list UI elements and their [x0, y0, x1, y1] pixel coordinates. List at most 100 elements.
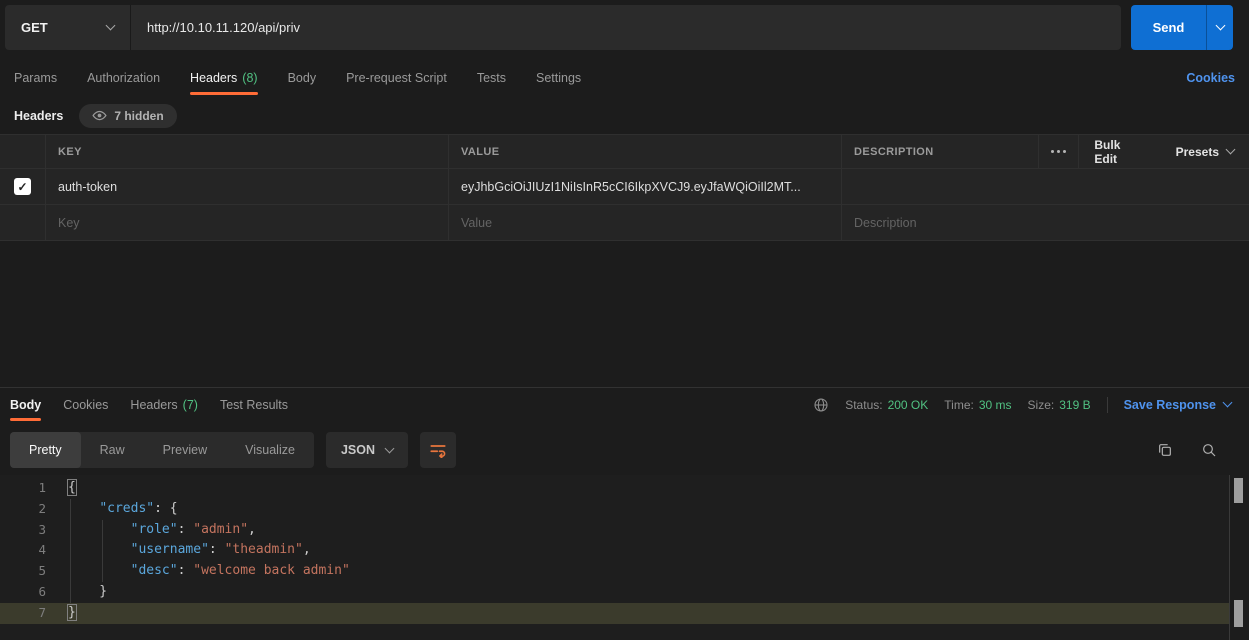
- code-lines: 1{2 "creds": {3 "role": "admin",4 "usern…: [0, 478, 1229, 624]
- tab-authorization[interactable]: Authorization: [87, 60, 160, 95]
- chevron-down-icon: [106, 21, 116, 31]
- view-raw[interactable]: Raw: [81, 432, 144, 468]
- code-text: "role": "admin",: [46, 520, 256, 541]
- send-options-button[interactable]: [1206, 5, 1233, 50]
- headers-count: (8): [242, 71, 257, 85]
- code-line: 1{: [0, 478, 1229, 499]
- code-text: "desc": "welcome back admin": [46, 561, 350, 582]
- response-tabs: Body Cookies Headers (7) Test Results St…: [0, 388, 1249, 421]
- column-value: VALUE: [448, 135, 841, 168]
- chevron-down-icon: [385, 443, 395, 453]
- status-badge: 200 OK: [888, 398, 929, 412]
- hidden-headers-toggle[interactable]: 7 hidden: [79, 104, 176, 128]
- tab-headers[interactable]: Headers (8): [190, 60, 258, 95]
- headers-table: KEY VALUE DESCRIPTION Bulk Edit Presets …: [0, 134, 1249, 241]
- header-row-auth-token: ✓ auth-token eyJhbGciOiJIUzI1NiIsInR5cCI…: [0, 169, 1249, 205]
- line-number: 2: [0, 499, 46, 520]
- tab-tests[interactable]: Tests: [477, 60, 506, 95]
- time-label: Time:: [944, 398, 974, 412]
- headers-table-head: KEY VALUE DESCRIPTION Bulk Edit Presets: [0, 134, 1249, 169]
- line-number: 5: [0, 561, 46, 582]
- view-mode-switcher: Pretty Raw Preview Visualize: [10, 432, 314, 468]
- chevron-down-icon: [1215, 21, 1225, 31]
- code-line: 3 "role": "admin",: [0, 520, 1229, 541]
- more-options-icon[interactable]: [1038, 135, 1079, 168]
- line-number: 1: [0, 478, 46, 499]
- copy-icon: [1157, 442, 1173, 458]
- line-number: 6: [0, 582, 46, 603]
- code-line: 4 "username": "theadmin",: [0, 540, 1229, 561]
- header-value-cell[interactable]: eyJhbGciOiJIUzI1NiIsInR5cCI6IkpXVCJ9.eyJ…: [448, 169, 841, 204]
- code-text: "username": "theadmin",: [46, 540, 311, 561]
- response-tab-body[interactable]: Body: [10, 388, 41, 421]
- response-tab-cookies[interactable]: Cookies: [63, 388, 108, 421]
- presets-dropdown[interactable]: Presets: [1161, 135, 1249, 168]
- view-preview[interactable]: Preview: [144, 432, 226, 468]
- response-tab-test-results[interactable]: Test Results: [220, 388, 288, 421]
- code-text: }: [46, 582, 107, 603]
- headers-subbar: Headers 7 hidden: [0, 99, 1249, 132]
- scrollbar-thumb[interactable]: [1234, 478, 1243, 503]
- response-toolbar: Pretty Raw Preview Visualize JSON: [0, 431, 1249, 469]
- new-value-input[interactable]: [461, 216, 829, 230]
- language-dropdown[interactable]: JSON: [326, 432, 408, 468]
- url-input[interactable]: [131, 5, 1121, 50]
- tab-settings[interactable]: Settings: [536, 60, 581, 95]
- response-tab-headers[interactable]: Headers (7): [130, 388, 198, 421]
- send-button[interactable]: Send: [1131, 5, 1233, 50]
- size-value: 319 B: [1059, 398, 1090, 412]
- cookies-link[interactable]: Cookies: [1186, 71, 1235, 85]
- globe-icon: [813, 397, 829, 413]
- response-meta: Status: 200 OK Time: 30 ms Size: 319 B S…: [813, 388, 1239, 421]
- headers-section-title: Headers: [14, 109, 63, 123]
- code-text: }: [46, 603, 76, 624]
- method-dropdown[interactable]: GET: [5, 5, 131, 50]
- cursor-line-marker: [1234, 600, 1243, 627]
- search-icon: [1201, 442, 1217, 458]
- view-pretty[interactable]: Pretty: [10, 432, 81, 468]
- wrap-lines-button[interactable]: [420, 432, 456, 468]
- code-line: 5 "desc": "welcome back admin": [0, 561, 1229, 582]
- header-description-cell[interactable]: [841, 169, 1249, 204]
- row-checkbox[interactable]: ✓: [14, 178, 31, 195]
- text-wrap-icon: [429, 443, 447, 458]
- save-response-dropdown[interactable]: Save Response: [1124, 398, 1239, 412]
- new-key-input[interactable]: [58, 216, 436, 230]
- tab-params[interactable]: Params: [14, 60, 57, 95]
- chevron-down-icon: [1223, 398, 1233, 408]
- postman-app: { "colors": { "accent_orange": "#ff6c37"…: [0, 0, 1249, 640]
- table-actions: Bulk Edit Presets: [1038, 135, 1249, 168]
- divider: [1107, 397, 1108, 413]
- header-row-empty: [0, 205, 1249, 241]
- bulk-edit-button[interactable]: Bulk Edit: [1079, 135, 1160, 168]
- code-line: 2 "creds": {: [0, 499, 1229, 520]
- code-text: "creds": {: [46, 499, 178, 520]
- code-text: {: [46, 478, 76, 499]
- check-icon: ✓: [17, 180, 27, 194]
- time-value: 30 ms: [979, 398, 1012, 412]
- tab-body[interactable]: Body: [288, 60, 317, 95]
- code-line: 6 }: [0, 582, 1229, 603]
- response-headers-count: (7): [183, 398, 198, 412]
- chevron-down-icon: [1226, 145, 1236, 155]
- send-button-main[interactable]: Send: [1131, 5, 1206, 50]
- method-label: GET: [21, 20, 48, 35]
- indent-guide: [70, 499, 71, 603]
- new-description-input[interactable]: [854, 216, 1237, 230]
- line-number: 4: [0, 540, 46, 561]
- status-label: Status:: [845, 398, 882, 412]
- code-line: 7}: [0, 603, 1229, 624]
- copy-button[interactable]: [1157, 442, 1173, 458]
- line-number: 7: [0, 603, 46, 624]
- view-visualize[interactable]: Visualize: [226, 432, 314, 468]
- search-button[interactable]: [1201, 442, 1217, 458]
- indent-guide: [102, 520, 103, 582]
- code-scrollbar[interactable]: [1229, 475, 1249, 640]
- column-key: KEY: [45, 135, 448, 168]
- tab-pre-request-script[interactable]: Pre-request Script: [346, 60, 447, 95]
- hidden-count-label: 7 hidden: [114, 109, 163, 123]
- response-body-editor: 1{2 "creds": {3 "role": "admin",4 "usern…: [0, 475, 1229, 640]
- eye-icon: [92, 110, 107, 121]
- header-key-cell[interactable]: auth-token: [45, 169, 448, 204]
- request-tabs: Params Authorization Headers (8) Body Pr…: [0, 60, 1249, 95]
